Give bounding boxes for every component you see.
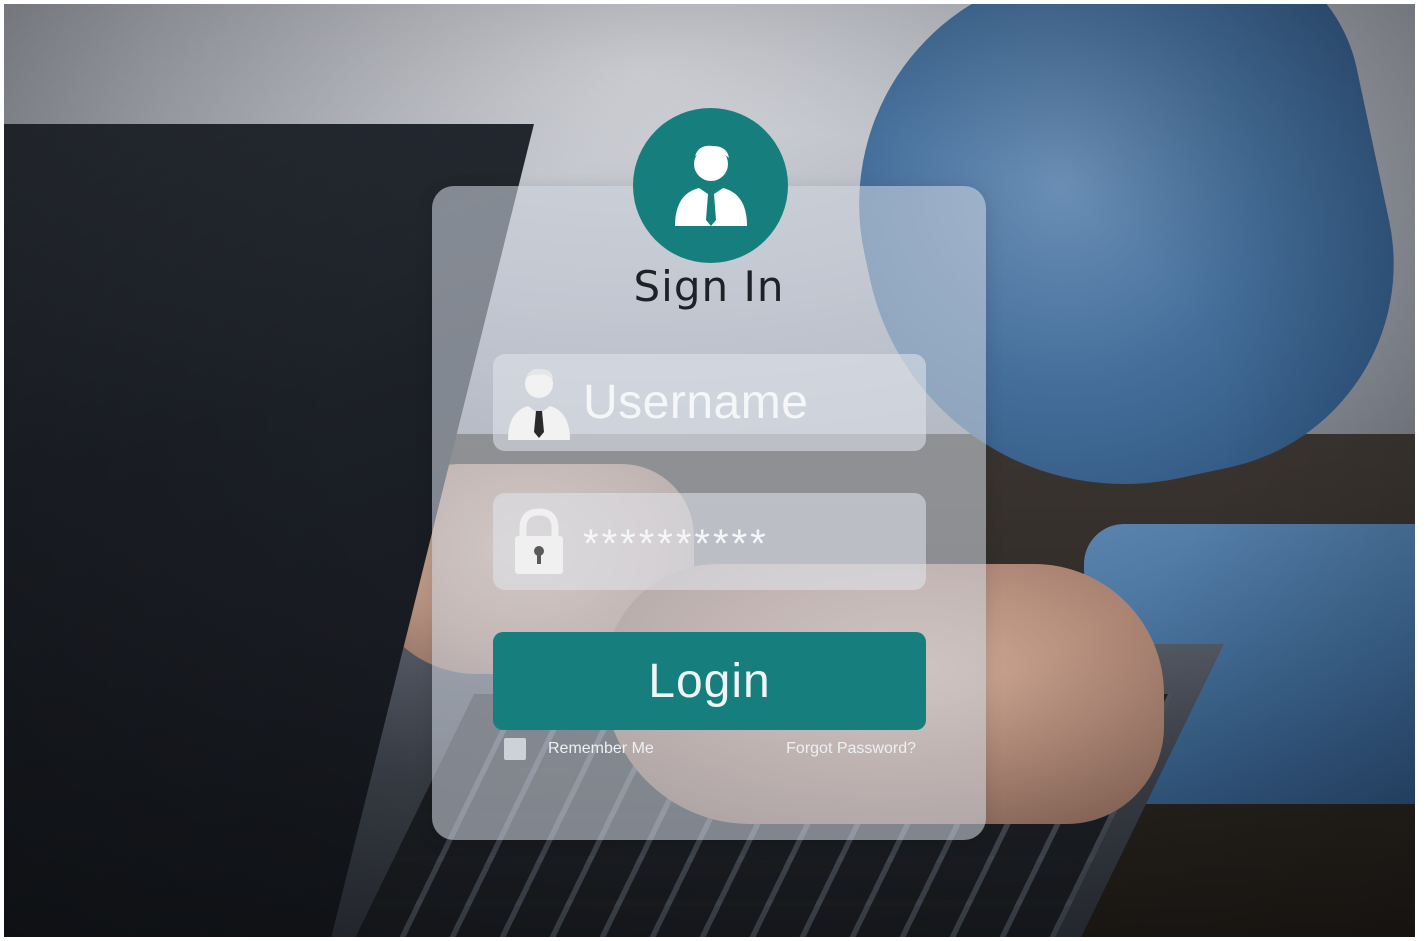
user-icon: [499, 363, 579, 443]
login-button[interactable]: Login: [493, 632, 926, 730]
password-field[interactable]: [493, 493, 926, 590]
password-input[interactable]: [583, 522, 913, 567]
username-input[interactable]: [583, 375, 913, 430]
lock-icon: [499, 502, 579, 582]
page-title: Sign In: [633, 262, 785, 311]
remember-me-label: Remember Me: [548, 740, 654, 757]
forgot-password-link[interactable]: Forgot Password?: [780, 740, 916, 758]
username-field[interactable]: [493, 354, 926, 451]
user-avatar-figure: [674, 145, 747, 226]
user-avatar-icon: [633, 108, 788, 263]
remember-me-checkbox[interactable]: [504, 738, 526, 760]
remember-me[interactable]: Remember Me: [504, 738, 654, 760]
